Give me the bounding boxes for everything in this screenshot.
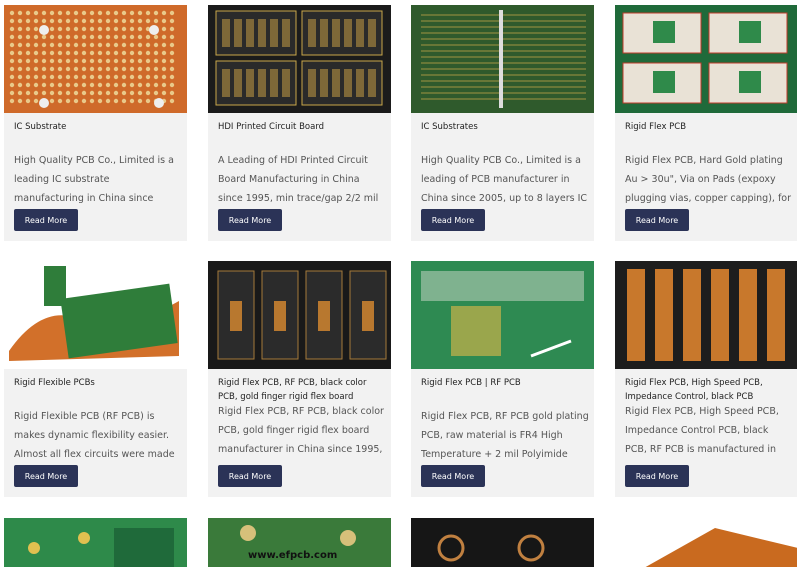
product-title[interactable]: Rigid Flex PCB | RF PCB (421, 376, 589, 390)
product-image[interactable] (4, 261, 187, 369)
read-more-button[interactable]: Read More (218, 209, 282, 231)
product-image[interactable] (4, 518, 187, 567)
product-description: Rigid Flex PCB, RF PCB gold plating PCB,… (421, 411, 589, 460)
product-description: A Leading of HDI Printed Circuit Board M… (218, 155, 379, 204)
read-more-button[interactable]: Read More (625, 465, 689, 487)
product-title[interactable]: IC Substrates (421, 120, 589, 134)
product-card (615, 518, 797, 567)
product-title[interactable]: Rigid Flex PCB (625, 120, 793, 134)
product-card: Rigid Flex PCB, High Speed PCB, Impedanc… (615, 261, 797, 497)
product-image[interactable] (615, 5, 797, 113)
product-image[interactable] (208, 261, 391, 369)
product-image[interactable] (411, 518, 594, 567)
product-card (4, 518, 187, 567)
product-card: www.efpcb.com (208, 518, 391, 567)
product-image[interactable] (208, 5, 391, 113)
product-description: Rigid Flexible PCB (RF PCB) is makes dyn… (14, 411, 175, 460)
product-card: Rigid Flex PCB Rigid Flex PCB, Hard Gold… (615, 5, 797, 241)
product-description: Rigid Flex PCB, High Speed PCB, Impedanc… (625, 406, 779, 455)
product-card: Rigid Flexible PCBs Rigid Flexible PCB (… (4, 261, 187, 497)
product-card: IC Substrates High Quality PCB Co., Limi… (411, 5, 594, 241)
product-description: Rigid Flex PCB, Hard Gold plating Au > 3… (625, 155, 792, 204)
product-card: Rigid Flex PCB, RF PCB, black color PCB,… (208, 261, 391, 497)
product-image[interactable] (615, 261, 797, 369)
product-title[interactable]: Rigid Flex PCB, High Speed PCB, Impedanc… (625, 376, 793, 404)
product-image[interactable] (4, 5, 187, 113)
product-card: Rigid Flex PCB | RF PCB Rigid Flex PCB, … (411, 261, 594, 497)
product-title[interactable]: IC Substrate (14, 120, 182, 134)
product-image[interactable] (411, 261, 594, 369)
read-more-button[interactable]: Read More (14, 209, 78, 231)
read-more-button[interactable]: Read More (421, 209, 485, 231)
product-description: Rigid Flex PCB, RF PCB, black color PCB,… (218, 406, 384, 455)
product-title[interactable]: Rigid Flex PCB, RF PCB, black color PCB,… (218, 376, 386, 404)
read-more-button[interactable]: Read More (421, 465, 485, 487)
product-image[interactable] (411, 5, 594, 113)
product-description: High Quality PCB Co., Limited is a leadi… (14, 155, 174, 204)
product-image[interactable] (615, 518, 797, 567)
read-more-button[interactable]: Read More (14, 465, 78, 487)
read-more-button[interactable]: Read More (625, 209, 689, 231)
read-more-button[interactable]: Read More (218, 465, 282, 487)
product-title[interactable]: Rigid Flexible PCBs (14, 376, 182, 390)
product-card: IC Substrate High Quality PCB Co., Limit… (4, 5, 187, 241)
product-card: HDI Printed Circuit Board A Leading of H… (208, 5, 391, 241)
watermark: www.efpcb.com (248, 550, 338, 561)
product-description: High Quality PCB Co., Limited is a leadi… (421, 155, 587, 204)
product-card (411, 518, 594, 567)
product-title[interactable]: HDI Printed Circuit Board (218, 120, 386, 134)
